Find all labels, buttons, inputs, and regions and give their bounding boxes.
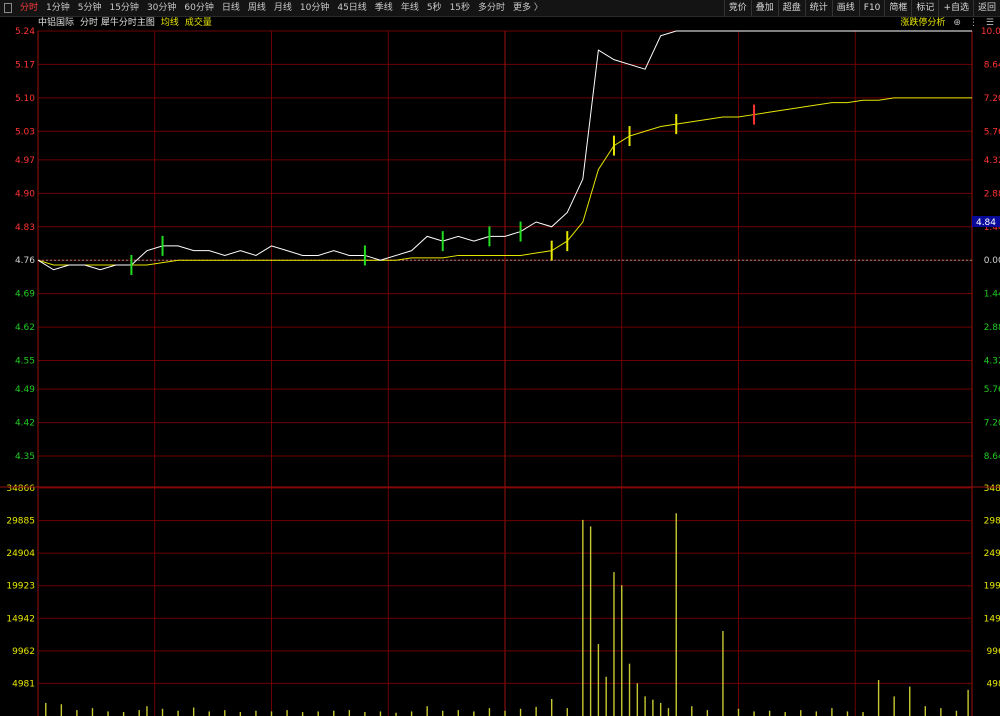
price-tick-label: 4.76 — [15, 256, 35, 266]
pct-tick-label: 7.20% — [984, 94, 1000, 104]
pct-tick-label: 2.88% — [984, 323, 1000, 333]
pct-tick-label: 8.64% — [984, 452, 1000, 462]
price-tick-label: 4.90 — [15, 189, 35, 199]
pct-tick-label: 10.08% — [981, 27, 1000, 37]
pct-tick-label: 2.88% — [984, 189, 1000, 199]
price-tick-label: 5.17 — [15, 60, 35, 70]
volume-tick-label-right: 4981 — [987, 679, 1000, 689]
current-price-badge: 4.84 — [976, 218, 996, 228]
volume-tick-label-right: 34866 — [984, 484, 1000, 494]
pct-tick-label: 5.76% — [984, 127, 1000, 137]
intraday-chart[interactable]: 5.24 10.08% 5.17 8.64% 5.10 7.20% 5.03 5.76% 4.9… — [0, 0, 1000, 716]
price-tick-label: 4.35 — [15, 452, 35, 462]
price-tick-label: 4.97 — [15, 156, 35, 166]
price-tick-label: 4.49 — [15, 385, 35, 395]
volume-tick-label: 9962 — [12, 647, 35, 657]
pct-tick-label: 0.00% — [984, 256, 1000, 266]
price-tick-label: 4.69 — [15, 290, 35, 300]
volume-tick-label-right: 19923 — [984, 582, 1000, 592]
volume-tick-label: 29885 — [6, 517, 35, 527]
volume-tick-label-right: 9962 — [987, 647, 1000, 657]
volume-tick-label: 24904 — [6, 549, 35, 559]
pct-tick-label: 7.20% — [984, 419, 1000, 429]
price-tick-label: 5.24 — [15, 27, 35, 37]
volume-tick-label: 4981 — [12, 679, 35, 689]
volume-tick-label: 14942 — [6, 614, 35, 624]
pct-tick-label: 4.32% — [984, 156, 1000, 166]
pct-tick-label: 5.76% — [984, 385, 1000, 395]
volume-tick-label-right: 14942 — [984, 614, 1000, 624]
pct-tick-label: 8.64% — [984, 60, 1000, 70]
price-tick-label: 5.10 — [15, 94, 35, 104]
volume-tick-label-right: 24904 — [984, 549, 1000, 559]
price-tick-label: 4.55 — [15, 356, 35, 366]
price-tick-label: 4.62 — [15, 323, 35, 333]
price-tick-label: 4.42 — [15, 419, 35, 429]
pct-tick-label: 1.44% — [984, 290, 1000, 300]
pct-tick-label: 4.32% — [984, 356, 1000, 366]
volume-tick-label: 19923 — [6, 582, 35, 592]
volume-tick-label-right: 29885 — [984, 517, 1000, 527]
price-tick-label: 4.83 — [15, 223, 35, 233]
price-tick-label: 5.03 — [15, 127, 35, 137]
volume-tick-label: 34866 — [6, 484, 35, 494]
